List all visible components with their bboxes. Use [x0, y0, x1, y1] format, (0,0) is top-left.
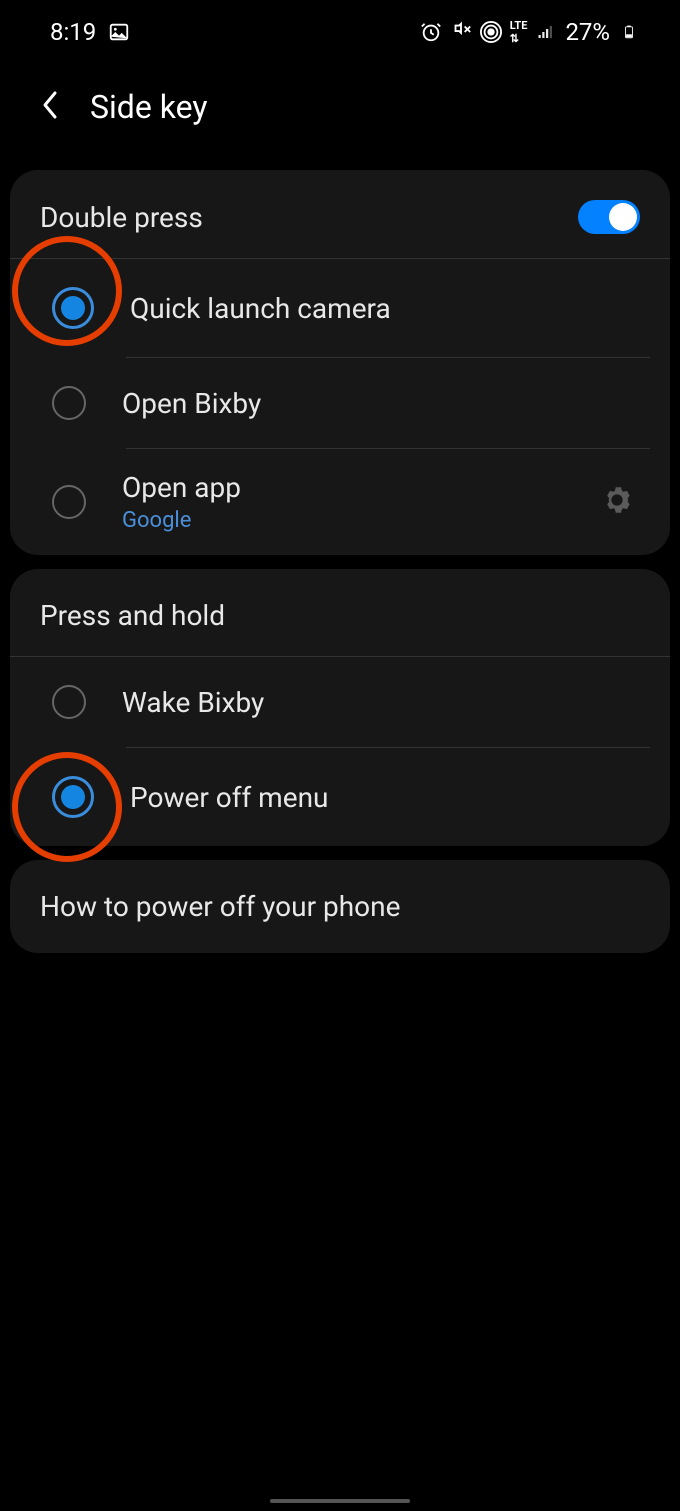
radio-icon: [52, 485, 86, 519]
quick-launch-camera-option[interactable]: Quick launch camera: [10, 259, 670, 357]
hotspot-icon: [480, 21, 502, 43]
alarm-icon: [420, 21, 442, 43]
how-to-power-off[interactable]: How to power off your phone: [10, 860, 670, 953]
open-app-option[interactable]: Open app Google: [10, 449, 670, 555]
page-title: Side key: [90, 88, 208, 126]
radio-selected-icon: [52, 776, 94, 818]
info-text: How to power off your phone: [40, 890, 400, 923]
radio-icon: [52, 685, 86, 719]
press-hold-title: Press and hold: [40, 599, 225, 632]
signal-icon: [535, 21, 557, 43]
radio-label: Open Bixby: [122, 387, 261, 420]
lte-icon: LTE⇅: [510, 21, 528, 43]
double-press-toggle[interactable]: [578, 200, 640, 234]
gear-icon[interactable]: [600, 483, 640, 521]
open-bixby-option[interactable]: Open Bixby: [10, 358, 670, 448]
radio-label: Power off menu: [130, 781, 328, 814]
radio-selected-icon: [52, 287, 94, 329]
radio-label: Wake Bixby: [122, 686, 264, 719]
battery-percent: 27%: [565, 18, 610, 46]
radio-sublabel: Google: [122, 508, 564, 533]
press-hold-section: Press and hold Wake Bixby Power off menu: [10, 569, 670, 846]
back-icon[interactable]: [40, 89, 60, 125]
status-bar: 8:19 LTE⇅ 27%: [0, 0, 680, 58]
home-indicator[interactable]: [270, 1499, 410, 1503]
wake-bixby-option[interactable]: Wake Bixby: [10, 657, 670, 747]
double-press-section: Double press Quick launch camera Open Bi…: [10, 170, 670, 555]
double-press-title: Double press: [40, 201, 203, 234]
radio-label: Quick launch camera: [130, 292, 391, 325]
gallery-icon: [108, 21, 130, 43]
mute-icon: [450, 21, 472, 43]
radio-icon: [52, 386, 86, 420]
radio-label: Open app: [122, 471, 564, 504]
power-off-menu-option[interactable]: Power off menu: [10, 748, 670, 846]
header: Side key: [0, 58, 680, 156]
battery-icon: [618, 21, 640, 43]
status-time: 8:19: [50, 18, 96, 46]
